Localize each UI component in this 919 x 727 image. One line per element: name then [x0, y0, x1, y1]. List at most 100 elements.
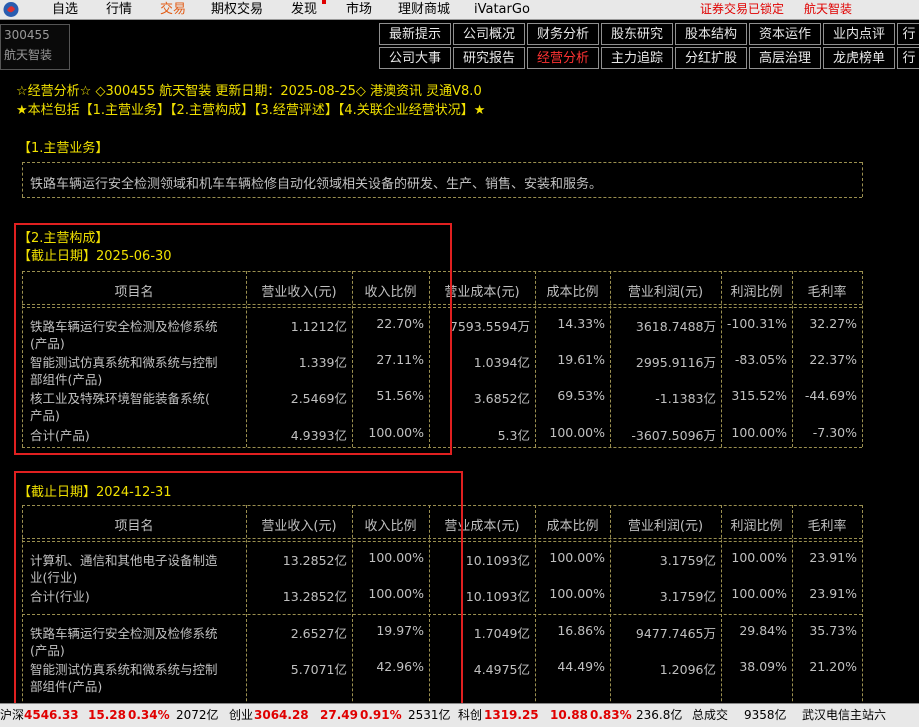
table-cell-cost-pct: 69.53%	[557, 388, 605, 403]
divider	[22, 162, 23, 197]
tab-industry-review[interactable]: 业内点评	[823, 23, 895, 45]
tab-financial[interactable]: 财务分析	[527, 23, 599, 45]
menu-item-qiquan[interactable]: 期权交易	[211, 0, 263, 19]
menu-item-jiaoyi[interactable]: 交易	[160, 0, 186, 19]
table-cell-profit: -3607.5096万	[631, 428, 716, 443]
tab-more-2[interactable]: 行	[897, 47, 919, 69]
table-border	[721, 505, 722, 726]
tab-company-overview[interactable]: 公司概况	[453, 23, 525, 45]
menu-item-faxian[interactable]: 发现	[291, 0, 317, 19]
table-cell-margin: 21.20%	[809, 659, 857, 674]
cy-index[interactable]: 3064.28	[254, 704, 309, 726]
table-cell-profit: 2995.9116万	[635, 355, 716, 370]
table-header-col-cost-pct: 成本比例	[546, 285, 599, 300]
page-title: ☆经营分析☆ ◇300455 航天智装 更新日期：2025-08-25◇ 港澳资…	[16, 84, 482, 99]
table-cell-profit: 9477.7465万	[635, 626, 716, 641]
market-status-bar: 沪深 4546.33 15.28 0.34% 2072亿 创业 3064.28 …	[0, 703, 919, 727]
app-logo-icon	[3, 2, 19, 17]
sh-amount: 2072亿	[176, 708, 219, 722]
stock-code-box[interactable]: 300455 航天智装	[0, 24, 70, 70]
kc-amount: 236.8亿	[636, 708, 683, 722]
menu-item-hangqing[interactable]: 行情	[106, 0, 132, 19]
cy-change: 27.49	[320, 708, 358, 722]
table-border	[535, 505, 536, 726]
cy-amount: 2531亿	[408, 708, 451, 722]
table-cell-profit-pct: 100.00%	[731, 425, 787, 440]
table-header-col-margin: 毛利率	[807, 285, 847, 300]
current-stock-name: 航天智装	[804, 2, 853, 16]
main-business-text: 铁路车辆运行安全检测领域和机车车辆检修自动化领域相关设备的研发、生产、销售、安装…	[30, 177, 603, 192]
kc-index[interactable]: 1319.25	[484, 704, 539, 726]
table-cell-profit-pct: -83.05%	[734, 352, 787, 367]
top-menu-bar: 自选 行情 交易 期权交易 发现 市场 理财商城 iVatarGo 证券交易已锁…	[0, 0, 919, 20]
kc-label: 科创	[458, 708, 483, 722]
table-cell-profit: 1.2096亿	[659, 662, 716, 677]
menu-item-licai[interactable]: 理财商城	[398, 0, 450, 19]
table-cell-profit: 3618.7488万	[635, 319, 716, 334]
table-cell-margin: 32.27%	[809, 316, 857, 331]
section1-title: 【1.主营业务】	[18, 141, 109, 156]
tab-equity[interactable]: 股本结构	[675, 23, 747, 45]
menu-item-shichang[interactable]: 市场	[346, 0, 372, 19]
table-cell-cost-pct: 19.61%	[557, 352, 605, 367]
tab-governance[interactable]: 高层治理	[749, 47, 821, 69]
ticker-text: 武汉电信主站六	[802, 708, 887, 722]
tab-main-force[interactable]: 主力追踪	[601, 47, 673, 69]
table-cell-margin: 23.91%	[809, 550, 857, 565]
table-header-col-cost-pct: 成本比例	[546, 519, 599, 534]
table-header-col-profit-pct: 利润比例	[730, 285, 783, 300]
table-cell-cost-pct: 100.00%	[549, 550, 605, 565]
table-cell-profit-pct: -100.31%	[726, 316, 787, 331]
highlight-box	[14, 471, 463, 707]
table-cell-profit-pct: 100.00%	[731, 550, 787, 565]
kc-pct: 0.83%	[590, 708, 632, 722]
tab-shareholders[interactable]: 股东研究	[601, 23, 673, 45]
table-cell-profit: 3.1759亿	[659, 589, 716, 604]
table-header-col-profit: 营业利润(元)	[627, 285, 704, 300]
sh-index[interactable]: 4546.33	[24, 704, 79, 726]
table-cell-profit-pct: 38.09%	[739, 659, 787, 674]
sh-change: 15.28	[88, 708, 126, 722]
table-cell-margin: -7.30%	[812, 425, 857, 440]
tab-capital[interactable]: 资本运作	[749, 23, 821, 45]
table-header-col-margin: 毛利率	[807, 519, 847, 534]
tab-more-1[interactable]: 行	[897, 23, 919, 45]
table-cell-cost-pct: 100.00%	[549, 586, 605, 601]
divider	[22, 162, 862, 163]
tab-dragon-tiger[interactable]: 龙虎榜单	[823, 47, 895, 69]
table-cell-margin: -44.69%	[804, 388, 857, 403]
table-cell-profit: 3.1759亿	[659, 553, 716, 568]
stock-code: 300455	[4, 28, 50, 42]
total-label: 总成交	[692, 708, 729, 722]
table-border	[862, 271, 863, 447]
tab-latest[interactable]: 最新提示	[379, 23, 451, 45]
menu-item-ivatargo[interactable]: iVatarGo	[474, 0, 530, 19]
tab-operations[interactable]: 经营分析	[527, 47, 599, 69]
menu-item-zixuan[interactable]: 自选	[52, 0, 78, 19]
trade-lock-status[interactable]: 证券交易已锁定	[700, 0, 784, 19]
notification-dot	[322, 0, 326, 4]
sh-label: 沪深	[0, 708, 25, 722]
sh-pct: 0.34%	[128, 708, 170, 722]
tab-dividends[interactable]: 分红扩股	[675, 47, 747, 69]
table-cell-profit-pct: 315.52%	[731, 388, 787, 403]
tab-major-events[interactable]: 公司大事	[379, 47, 451, 69]
table-header-col-profit: 营业利润(元)	[627, 519, 704, 534]
table-border	[610, 505, 611, 726]
table-cell-profit-pct: 29.84%	[739, 623, 787, 638]
table-cell-margin: 22.37%	[809, 352, 857, 367]
section-index: ★本栏包括【1.主营业务】【2.主营构成】【3.经营评述】【4.关联企业经营状况…	[16, 103, 486, 118]
total-amount: 9358亿	[744, 708, 787, 722]
table-border	[862, 505, 863, 726]
table-cell-cost-pct: 16.86%	[557, 623, 605, 638]
tab-research[interactable]: 研究报告	[453, 47, 525, 69]
stock-name: 航天智装	[4, 48, 53, 62]
cy-pct: 0.91%	[360, 708, 402, 722]
highlight-box	[14, 223, 452, 455]
table-cell-margin: 35.73%	[809, 623, 857, 638]
table-cell-margin: 23.91%	[809, 586, 857, 601]
table-header-col-profit-pct: 利润比例	[730, 519, 783, 534]
table-cell-cost-pct: 44.49%	[557, 659, 605, 674]
cy-label: 创业	[229, 708, 254, 722]
divider	[22, 197, 862, 198]
